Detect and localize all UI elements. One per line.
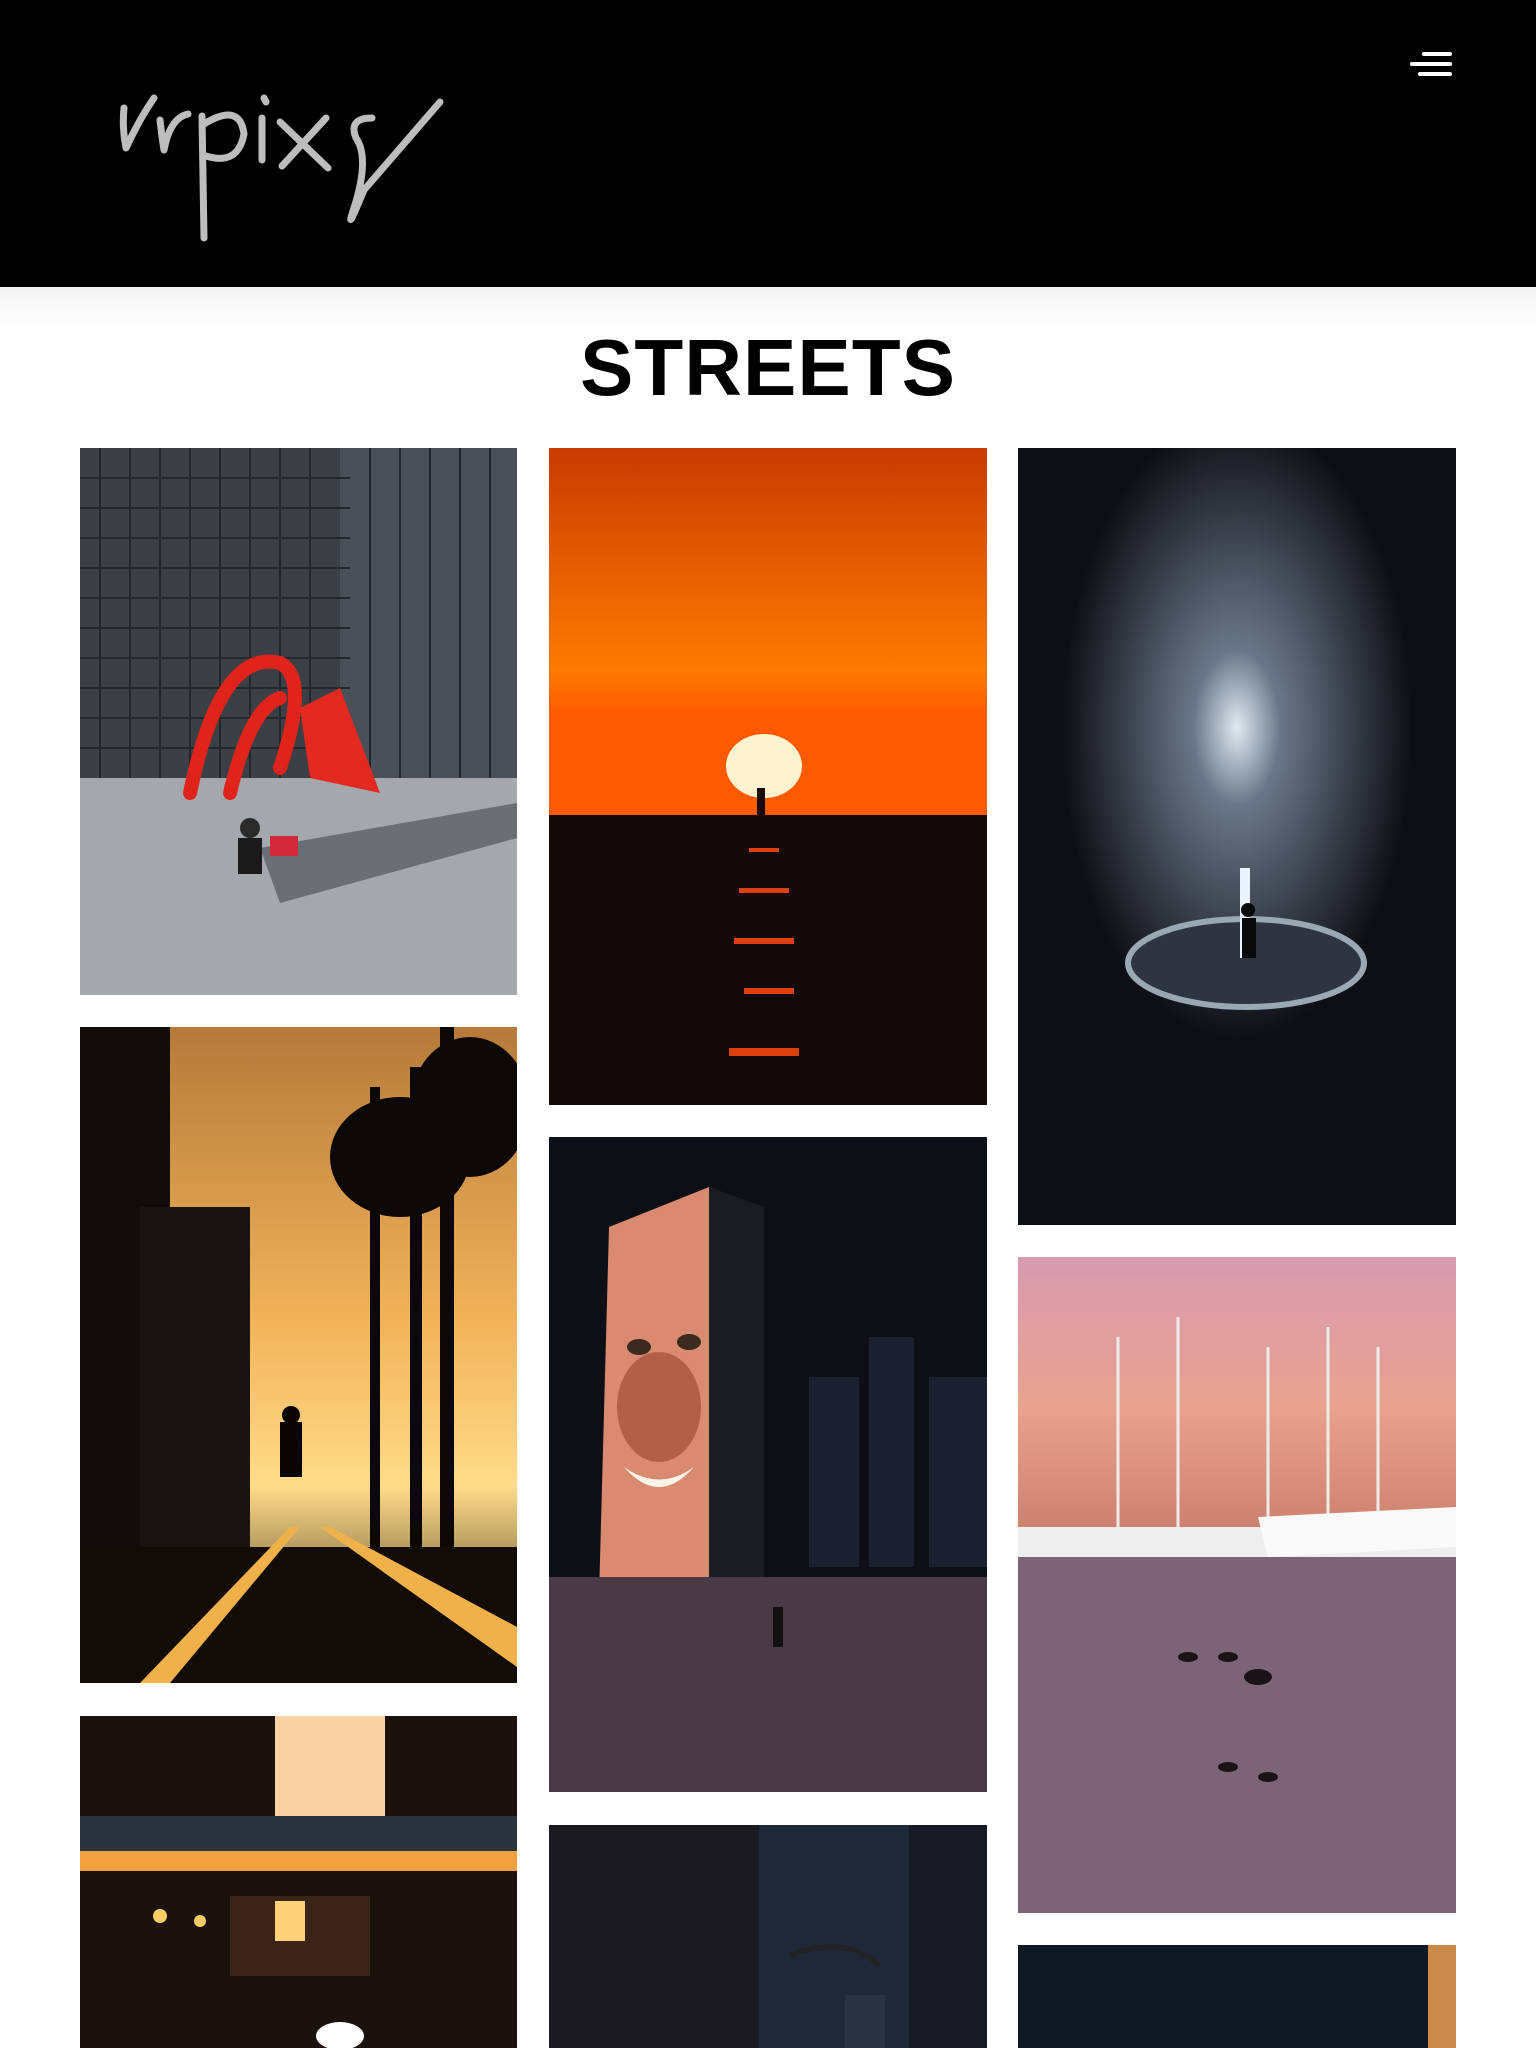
photo-image xyxy=(549,448,987,1105)
photo-image xyxy=(1018,448,1456,1225)
hamburger-menu-icon[interactable] xyxy=(1402,48,1452,84)
gallery-photo-el-train[interactable] xyxy=(80,1716,517,2048)
site-logo[interactable] xyxy=(112,58,452,258)
gallery-photo-night-building[interactable] xyxy=(1018,1945,1456,2048)
gallery-photo-palm-street[interactable] xyxy=(80,1027,517,1683)
photo-image xyxy=(549,1825,987,2048)
gallery-photo-flamingo[interactable] xyxy=(80,448,517,995)
photo-image xyxy=(80,448,517,995)
site-header xyxy=(0,0,1536,287)
gallery-photo-dark-street[interactable] xyxy=(549,1825,987,2048)
gallery-photo-harbor[interactable] xyxy=(1018,1257,1456,1913)
gallery-photo-night-fountain[interactable] xyxy=(1018,448,1456,1225)
photo-image xyxy=(80,1027,517,1683)
photo-image xyxy=(1018,1945,1456,2048)
gallery-photo-sunset-water[interactable] xyxy=(549,448,987,1105)
page-title: STREETS xyxy=(580,323,956,412)
photo-image xyxy=(549,1137,987,1792)
gallery-photo-crown-fountain[interactable] xyxy=(549,1137,987,1792)
photo-image xyxy=(80,1716,517,2048)
photo-image xyxy=(1018,1257,1456,1913)
